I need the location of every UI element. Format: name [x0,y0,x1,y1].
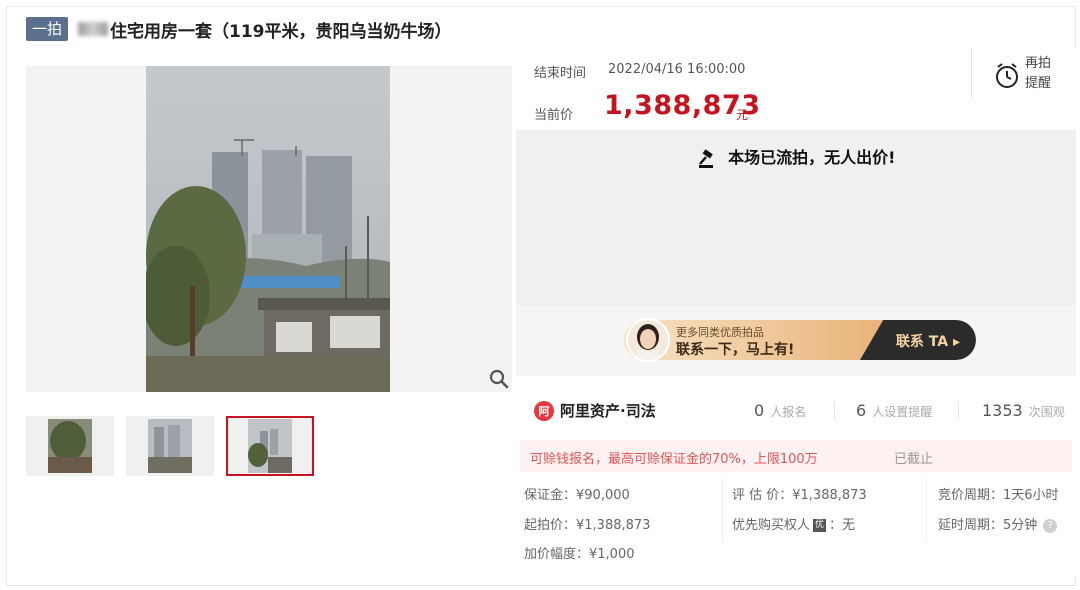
contact-banner: 联系 TA ▸ [516,306,1076,376]
extension-cycle: 延时周期：5分钟? [938,514,1058,533]
divider [834,402,835,420]
divider [926,478,927,542]
loan-notice: 可赊钱报名，最高可赊保证金的70%，上限100万 已截止 [520,440,1072,472]
price-unit: 元 [736,108,749,122]
end-time-value: 2022/04/16 16:00:00 [608,62,746,77]
loan-text: 可赊钱报名，最高可赊保证金的70%，上限100万 [530,452,818,467]
gavel-icon [698,148,713,168]
auction-round-tag: 一拍 [26,17,69,41]
page-title: 住宅用房一套（119平米，贵阳乌当奶牛场） [110,21,452,42]
thumbnail-2[interactable] [126,416,214,476]
increment-value: 加价幅度：¥1,000 [524,547,635,562]
thumbnail-3[interactable] [226,416,314,476]
auction-info: 结束时间 2022/04/16 16:00:00 当前价 1,388,873 元… [516,48,1076,130]
property-photo[interactable] [146,66,390,392]
auction-details: 阿 阿里资产·司法 0 人报名 6 人设置提醒 1353 次围观 可赊钱报名，最高可赊… [516,376,1076,576]
main-photo-area[interactable] [26,66,512,392]
thumbnail-strip [26,416,314,476]
question-icon[interactable]: ? [1043,518,1058,533]
starting-price-value: 起拍价：¥1,388,873 [524,518,651,533]
divider [958,402,959,420]
loan-status: 已截止 [894,452,934,467]
banner-title: 联系一下，马上有! [676,342,795,358]
alarm-clock-icon[interactable] [994,62,1020,90]
bidding-cycle: 竞价周期：1天6小时 [938,488,1059,503]
title-row: 一拍 住宅用房一套（119平米，贵阳乌当奶牛场） [26,16,452,42]
deposit-value: 保证金：¥90,000 [524,488,630,503]
thumbnail-1[interactable] [26,416,114,476]
divider [722,478,723,542]
platform-logo-icon: 阿 [534,400,554,421]
registration-stat: 0 人报名 [754,401,807,420]
contact-ta-button[interactable]: 联系 TA ▸ [896,331,960,351]
auction-status-text: 本场已流拍，无人出价! [728,148,896,167]
current-price-label: 当前价 [534,108,574,123]
reminder-button[interactable]: 再拍提醒 [1025,54,1061,94]
priority-buyer: 优先购买权人优：无 [732,518,856,533]
magnifier-icon[interactable] [488,368,510,390]
platform-logo: 阿 阿里资产·司法 [534,400,656,421]
banner-subtitle: 更多同类优质拍品 [676,326,764,339]
divider [971,48,972,98]
reminder-stat: 6 人设置提醒 [856,401,933,420]
blurred-title-prefix [78,22,109,36]
views-stat: 1353 次围观 [982,401,1065,420]
platform-name: 阿里资产·司法 [560,402,656,420]
appraisal-value: 评 估 价：¥1,388,873 [732,488,867,503]
priority-badge: 优 [813,519,827,532]
status-row: 本场已流拍，无人出价! [516,144,1076,169]
auction-status-panel: 本场已流拍，无人出价! [516,130,1076,306]
end-time-label: 结束时间 [534,66,587,81]
avatar [626,318,670,362]
